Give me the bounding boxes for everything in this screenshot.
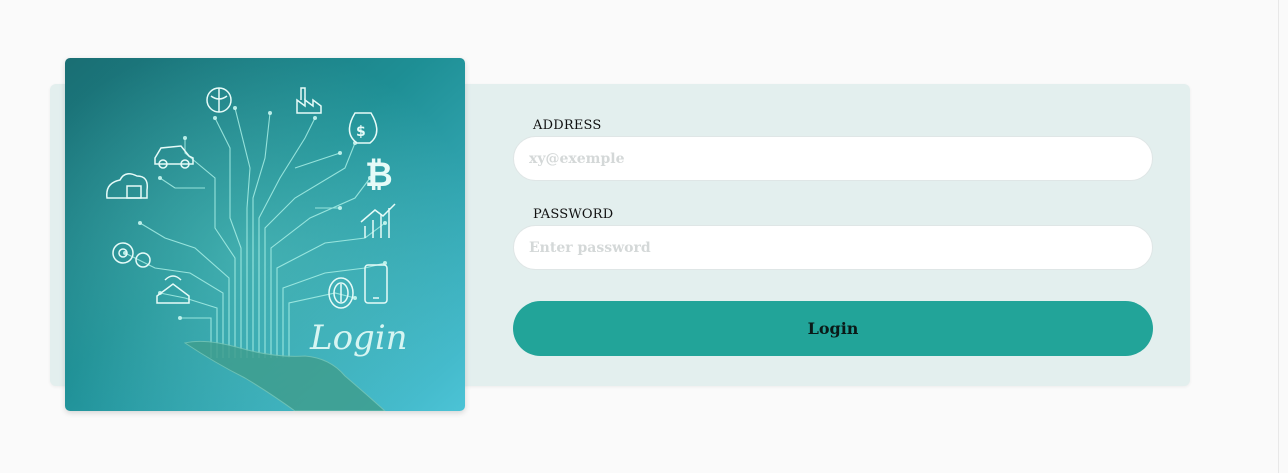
scrollbar[interactable]	[1278, 0, 1288, 473]
address-label: ADDRESS	[533, 118, 602, 133]
svg-text:$: $	[356, 124, 366, 140]
login-form: ADDRESS PASSWORD Login	[513, 116, 1153, 356]
password-input[interactable]	[513, 225, 1153, 270]
hero-image: $ ₿ Login	[65, 58, 465, 411]
password-label: PASSWORD	[533, 207, 614, 222]
bitcoin-icon: ₿	[365, 155, 393, 195]
hero-login-text: Login	[309, 318, 408, 358]
address-input[interactable]	[513, 136, 1153, 181]
svg-text:₿: ₿	[365, 155, 393, 195]
login-button[interactable]: Login	[513, 301, 1153, 356]
